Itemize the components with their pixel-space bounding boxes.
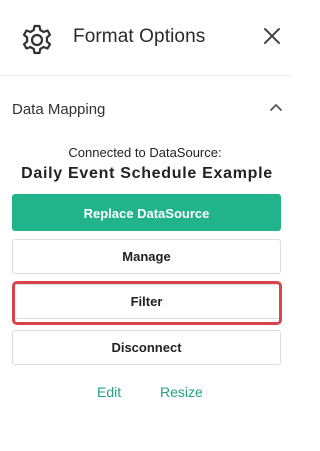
datasource-name: Daily Event Schedule Example [21, 165, 273, 182]
connected-label: Connected to DataSource: [68, 145, 222, 160]
panel-title: Format Options [73, 26, 206, 47]
edit-link[interactable]: Edit [97, 384, 121, 400]
manage-button[interactable]: Manage [12, 239, 281, 274]
panel-header: Format Options [0, 0, 290, 76]
data-mapping-section-header[interactable]: Data Mapping [0, 92, 290, 126]
resize-link[interactable]: Resize [160, 384, 203, 400]
disconnect-button[interactable]: Disconnect [12, 330, 281, 365]
filter-highlight-outline [12, 281, 282, 325]
replace-datasource-button[interactable]: Replace DataSource [12, 194, 281, 231]
close-icon[interactable] [262, 26, 282, 46]
gear-icon[interactable] [20, 23, 54, 57]
chevron-up-icon[interactable] [268, 100, 284, 114]
section-title: Data Mapping [12, 101, 106, 118]
